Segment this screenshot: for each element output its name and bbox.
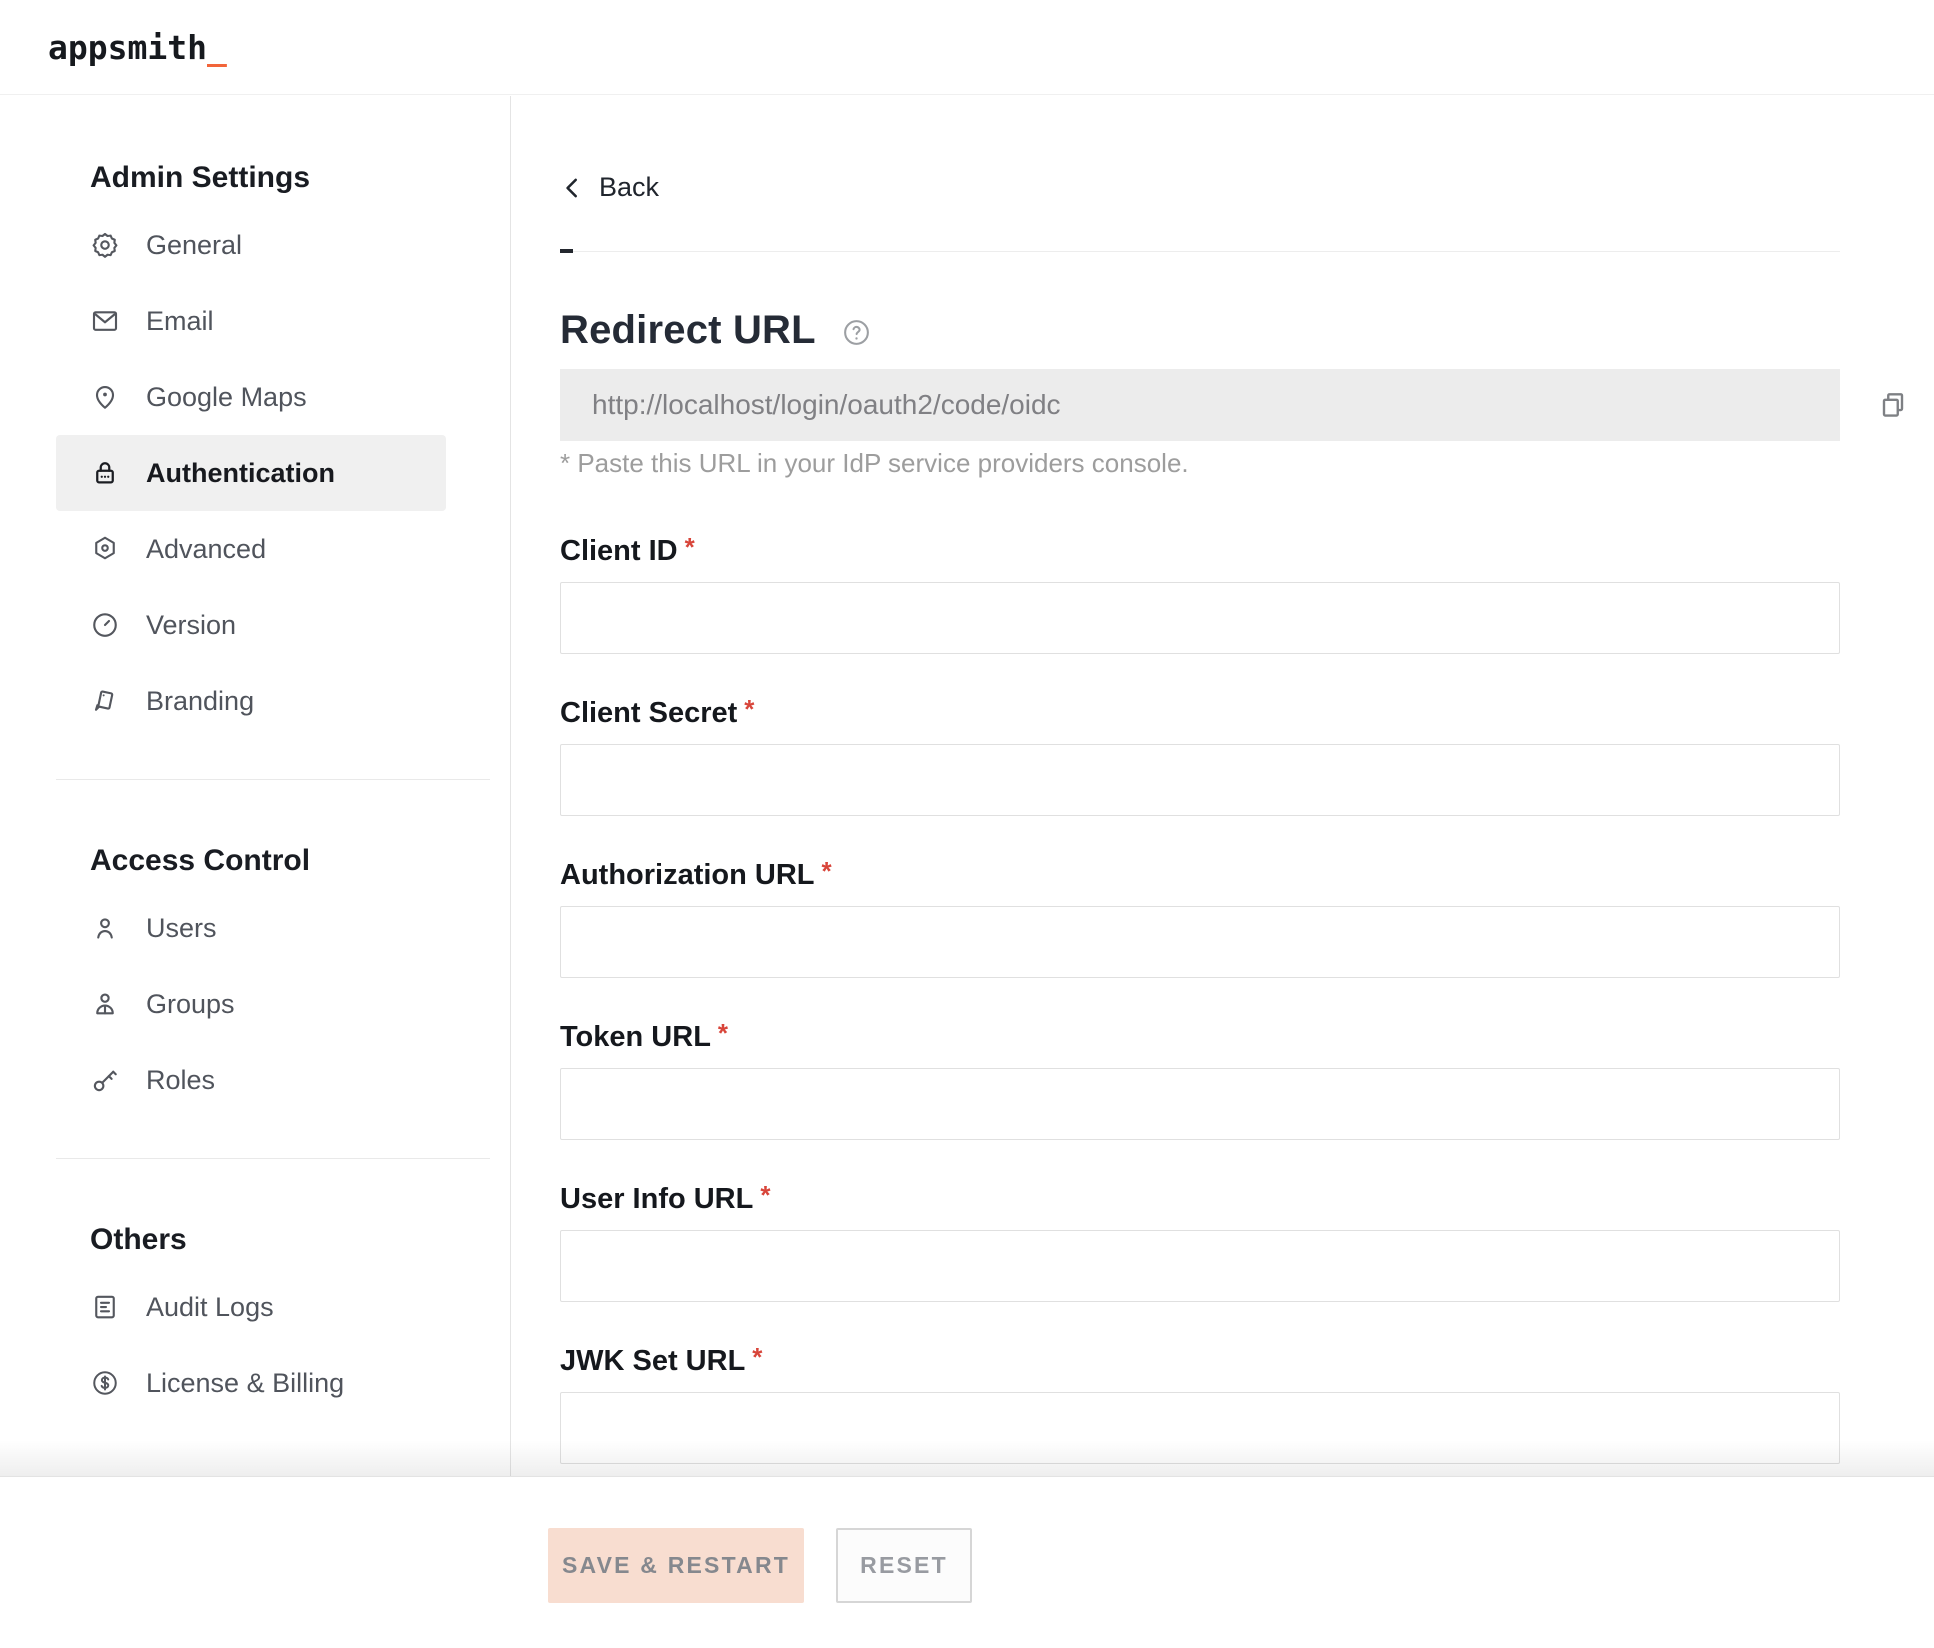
field-label-client-id: Client ID*: [560, 534, 1840, 568]
sidebar-divider: [56, 779, 490, 780]
sidebar-item-label: Google Maps: [146, 382, 307, 413]
user-info-url-input[interactable]: [560, 1230, 1840, 1302]
section-divider: [560, 249, 1840, 253]
sidebar-item-general[interactable]: General: [0, 207, 510, 283]
client-secret-input[interactable]: [560, 744, 1840, 816]
sidebar-item-version[interactable]: Version: [0, 587, 510, 663]
sidebar-item-label: Authentication: [146, 458, 335, 489]
sidebar-item-groups[interactable]: Groups: [0, 966, 510, 1042]
sidebar-item-google-maps[interactable]: Google Maps: [0, 359, 510, 435]
required-asterisk: *: [744, 694, 754, 724]
back-button[interactable]: Back: [560, 172, 659, 203]
field-label-user-info-url: User Info URL*: [560, 1182, 1840, 1216]
clock-icon: [90, 610, 120, 640]
sidebar-item-advanced[interactable]: Advanced: [0, 511, 510, 587]
appsmith-logo: appsmith_: [48, 28, 227, 67]
user-icon: [90, 913, 120, 943]
title-row: Redirect URL: [560, 310, 1840, 350]
sidebar: Admin Settings General Email: [0, 96, 511, 1477]
redirect-url-input[interactable]: http://localhost/login/oauth2/code/oidc: [560, 369, 1840, 441]
key-icon: [90, 1065, 120, 1095]
jwk-set-url-input[interactable]: [560, 1392, 1840, 1464]
form-group-user-info-url: User Info URL*: [560, 1182, 1840, 1302]
sidebar-item-label: Email: [146, 306, 214, 337]
field-label-authorization-url: Authorization URL*: [560, 858, 1840, 892]
token-url-input[interactable]: [560, 1068, 1840, 1140]
sidebar-item-branding[interactable]: Branding: [0, 663, 510, 739]
footer: SAVE & RESTART RESET: [0, 1478, 1934, 1648]
sidebar-item-email[interactable]: Email: [0, 283, 510, 359]
save-restart-button[interactable]: SAVE & RESTART: [548, 1528, 804, 1603]
form-group-client-secret: Client Secret*: [560, 696, 1840, 816]
sidebar-item-label: Version: [146, 610, 236, 641]
form-group-token-url: Token URL*: [560, 1020, 1840, 1140]
main-content: Back Redirect URL http://localhost/login…: [512, 96, 1934, 1477]
redirect-url-hint: * Paste this URL in your IdP service pro…: [560, 448, 1840, 479]
sidebar-item-label: Roles: [146, 1065, 215, 1096]
required-asterisk: *: [718, 1018, 728, 1048]
lock-icon: [90, 458, 120, 488]
form-group-jwk-set-url: JWK Set URL*: [560, 1344, 1840, 1464]
sidebar-item-label: Users: [146, 913, 217, 944]
sidebar-heading-admin-settings: Admin Settings: [90, 163, 510, 193]
sidebar-item-audit-logs[interactable]: Audit Logs: [0, 1269, 510, 1345]
page-title: Redirect URL: [560, 310, 816, 350]
sidebar-item-label: Audit Logs: [146, 1292, 274, 1323]
divider-dash: [560, 249, 573, 253]
help-icon[interactable]: [841, 317, 872, 348]
flag-icon: [90, 686, 120, 716]
sidebar-item-authentication[interactable]: Authentication: [0, 435, 510, 511]
sidebar-item-label: Advanced: [146, 534, 266, 565]
required-asterisk: *: [752, 1342, 762, 1372]
required-asterisk: *: [760, 1180, 770, 1210]
chevron-left-icon: [560, 175, 586, 201]
sidebar-heading-access-control: Access Control: [90, 846, 510, 876]
field-label-jwk-set-url: JWK Set URL*: [560, 1344, 1840, 1378]
form-group-authorization-url: Authorization URL*: [560, 858, 1840, 978]
sidebar-item-license-billing[interactable]: License & Billing: [0, 1345, 510, 1421]
dollar-circle-icon: [90, 1368, 120, 1398]
topbar: appsmith_: [0, 0, 1934, 95]
page: appsmith_ Admin Settings General Email: [0, 0, 1934, 1648]
authorization-url-input[interactable]: [560, 906, 1840, 978]
map-pin-icon: [90, 382, 120, 412]
sidebar-item-roles[interactable]: Roles: [0, 1042, 510, 1118]
field-label-token-url: Token URL*: [560, 1020, 1840, 1054]
hexagon-settings-icon: [90, 534, 120, 564]
sidebar-item-label: License & Billing: [146, 1368, 344, 1399]
client-id-input[interactable]: [560, 582, 1840, 654]
sidebar-item-label: General: [146, 230, 242, 261]
sidebar-item-users[interactable]: Users: [0, 890, 510, 966]
field-label-client-secret: Client Secret*: [560, 696, 1840, 730]
reset-button[interactable]: RESET: [836, 1528, 972, 1603]
sidebar-item-label: Groups: [146, 989, 235, 1020]
form-group-client-id: Client ID*: [560, 534, 1840, 654]
oidc-form: Client ID* Client Secret* Authorization …: [560, 534, 1840, 1464]
redirect-url-row: http://localhost/login/oauth2/code/oidc: [560, 369, 1840, 441]
logo-accent: _: [207, 28, 227, 67]
sidebar-item-label: Branding: [146, 686, 254, 717]
gear-icon: [90, 230, 120, 260]
back-label: Back: [599, 172, 659, 203]
sidebar-heading-others: Others: [90, 1225, 510, 1255]
logo-text: appsmith: [48, 28, 207, 67]
sidebar-divider: [56, 1158, 490, 1159]
required-asterisk: *: [685, 532, 695, 562]
audit-log-icon: [90, 1292, 120, 1322]
user-group-icon: [90, 989, 120, 1019]
redirect-url-value: http://localhost/login/oauth2/code/oidc: [592, 389, 1061, 421]
required-asterisk: *: [822, 856, 832, 886]
mail-icon: [90, 306, 120, 336]
copy-icon[interactable]: [1878, 389, 1908, 421]
